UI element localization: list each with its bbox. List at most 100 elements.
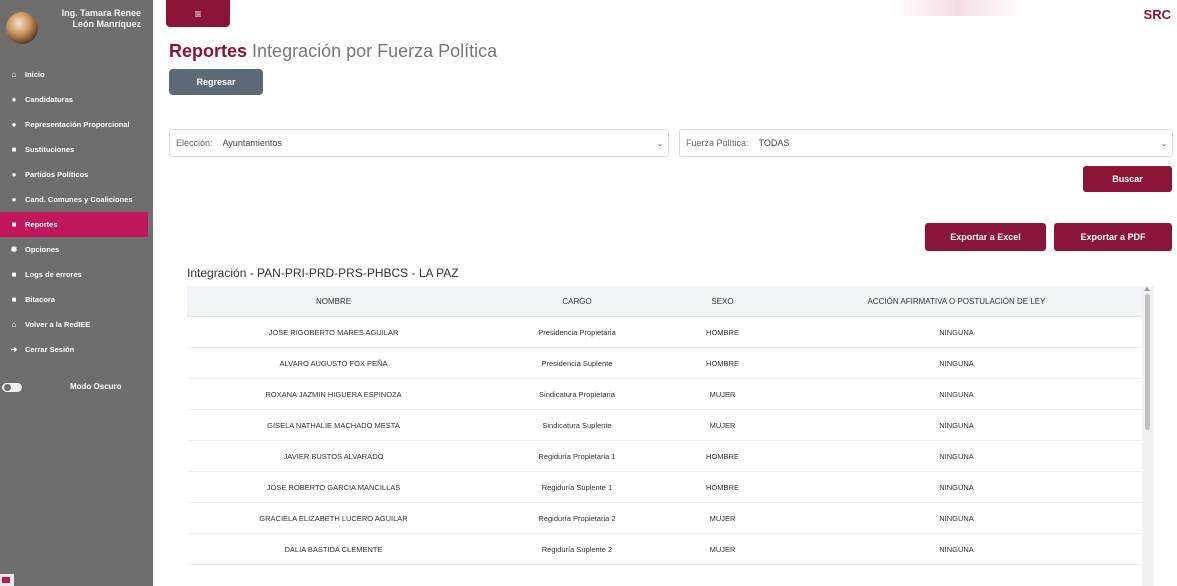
table-row: JOSE ROBERTO GARCIA MANCILLAS Regiduría S… bbox=[187, 472, 1142, 503]
sidebar-item-label: Volver a la RedIEE bbox=[25, 320, 91, 329]
chevron-down-icon: ⌄ bbox=[1160, 138, 1168, 148]
results-table: NOMBRE CARGO SEXO ACCIÓN AFIRMATIVA O PO… bbox=[187, 286, 1142, 586]
user-icon: ● bbox=[11, 95, 17, 104]
fuerza-politica-select[interactable]: Fuerza Política: TODAS ⌄ bbox=[679, 129, 1173, 157]
fuerza-politica-value[interactable]: TODAS bbox=[755, 130, 1156, 156]
sidebar-item-cand-comunes-y-coaliciones[interactable]: ● Cand. Comunes y Coaliciones bbox=[0, 187, 153, 212]
cell-sexo: MUJER bbox=[709, 389, 736, 399]
sidebar-item-partidos-pol-ticos[interactable]: ● Partidos Políticos bbox=[0, 162, 153, 187]
sidebar: Ing. Tamara Renee León Manríquez ⌂ Inicio… bbox=[0, 0, 153, 586]
sidebar-item-inicio[interactable]: ⌂ Inicio bbox=[0, 62, 153, 87]
cell-nombre: DALIA BASTIDA CLEMENTE bbox=[284, 544, 383, 554]
cell-accion: NINGUNA bbox=[939, 327, 974, 337]
sidebar-item-sustituciones[interactable]: ■ Sustituciones bbox=[0, 137, 153, 162]
table-row: GISELA NATHALIE MACHADO MESTA Sindicatura… bbox=[187, 410, 1142, 441]
cell-nombre: ALVARO AUGUSTO FOX PEÑA bbox=[279, 358, 388, 368]
cell-accion: NINGUNA bbox=[939, 420, 974, 430]
user-icon: ● bbox=[11, 120, 17, 129]
sidebar-item-logs-de-errores[interactable]: ■ Logs de errores bbox=[0, 262, 153, 287]
col-header-accion: ACCIÓN AFIRMATIVA O POSTULACIÓN DE LEY bbox=[867, 296, 1046, 306]
cell-cargo: Regiduría Suplente 1 bbox=[541, 482, 613, 492]
users-icon: ● bbox=[11, 170, 17, 179]
page-title: Reportes Integración por Fuerza Política bbox=[169, 41, 497, 62]
chevron-down-icon: ⌄ bbox=[656, 138, 664, 148]
sidebar-item-representaci-n-proporcional[interactable]: ● Representación Proporcional bbox=[0, 112, 153, 137]
table-row: GRACIELA ELIZABETH LUCERO AGUILAR Regidur… bbox=[187, 503, 1142, 534]
cell-nombre: GISELA NATHALIE MACHADO MESTA bbox=[267, 420, 400, 430]
cell-cargo: Sindicatura Suplente bbox=[542, 420, 612, 430]
table-header: NOMBRE CARGO SEXO ACCIÓN AFIRMATIVA O PO… bbox=[187, 286, 1142, 317]
sidebar-item-label: Representación Proporcional bbox=[25, 120, 130, 129]
cell-sexo: MUJER bbox=[709, 420, 736, 430]
sidebar-item-candidaturas[interactable]: ● Candidaturas bbox=[0, 87, 153, 112]
export-excel-button[interactable]: Exportar a Excel bbox=[925, 223, 1046, 251]
cell-nombre: ROXANA JAZMIN HIGUERA ESPINOZA bbox=[265, 389, 402, 399]
user-name-line2: León Manríquez bbox=[72, 19, 141, 29]
cell-accion: NINGUNA bbox=[939, 482, 974, 492]
home-icon: ⌂ bbox=[11, 70, 17, 79]
cell-cargo: Regiduría Suplente 2 bbox=[541, 544, 613, 554]
users-icon: ● bbox=[11, 195, 17, 204]
page-title-rest: Integración por Fuerza Política bbox=[252, 41, 498, 61]
table-row: DALIA BASTIDA CLEMENTE Regiduría Suplente… bbox=[187, 534, 1142, 565]
sidebar-item-volver-a-la-rediee[interactable]: ⌂ Volver a la RedIEE bbox=[0, 312, 153, 337]
sidebar-item-opciones[interactable]: ✹ Opciones bbox=[0, 237, 153, 262]
cell-accion: NINGUNA bbox=[939, 358, 974, 368]
table-row: JOSE RIGOBERTO MARES AGUILAR Presidencia … bbox=[187, 317, 1142, 348]
cell-cargo: Sindicatura Propietaria bbox=[539, 389, 615, 399]
user-panel: Ing. Tamara Renee León Manríquez bbox=[0, 0, 153, 50]
col-header-sexo: SEXO bbox=[711, 296, 734, 306]
eleccion-label: Elección: bbox=[176, 138, 213, 148]
sidebar-item-label: Opciones bbox=[25, 245, 60, 254]
cell-nombre: JOSE ROBERTO GARCIA MANCILLAS bbox=[266, 482, 401, 492]
cell-accion: NINGUNA bbox=[939, 544, 974, 554]
sidebar-item-label: Inicio bbox=[25, 70, 45, 79]
cell-cargo: Presidencia Propietaria bbox=[538, 327, 616, 337]
scroll-up-icon[interactable] bbox=[1144, 287, 1150, 291]
cell-nombre: JOSE RIGOBERTO MARES AGUILAR bbox=[268, 327, 399, 337]
sidebar-item-label: Reportes bbox=[25, 220, 58, 229]
corner-badge-icon bbox=[0, 574, 14, 586]
file-icon: ■ bbox=[11, 220, 17, 229]
cell-sexo: HOMBRE bbox=[706, 451, 739, 461]
cell-sexo: MUJER bbox=[709, 544, 736, 554]
table-row: JAVIER BUSTOS ALVARADO Regiduría Propieta… bbox=[187, 441, 1142, 472]
sidebar-item-label: Sustituciones bbox=[25, 145, 75, 154]
back-button[interactable]: Regresar bbox=[169, 69, 263, 95]
col-header-nombre: NOMBRE bbox=[315, 296, 352, 306]
avatar[interactable] bbox=[6, 12, 38, 44]
sidebar-item-label: Logs de errores bbox=[25, 270, 82, 279]
hamburger-icon: ≡ bbox=[194, 6, 202, 21]
sidebar-item-cerrar-sesi-n[interactable]: ➜ Cerrar Sesión bbox=[0, 337, 153, 362]
table-scrollbar[interactable] bbox=[1142, 286, 1153, 586]
file-icon: ■ bbox=[11, 295, 17, 304]
table-row: ALVARO AUGUSTO FOX PEÑA Presidencia Suple… bbox=[187, 348, 1142, 379]
cell-sexo: HOMBRE bbox=[706, 482, 739, 492]
file-icon: ■ bbox=[11, 270, 17, 279]
fuerza-politica-label: Fuerza Política: bbox=[686, 138, 749, 148]
dark-mode-label: Modo Oscuro bbox=[70, 382, 122, 391]
sign-out-icon: ➜ bbox=[10, 345, 18, 354]
search-button[interactable]: Buscar bbox=[1083, 166, 1172, 192]
cell-nombre: GRACIELA ELIZABETH LUCERO AGUILAR bbox=[259, 513, 408, 523]
cell-sexo: HOMBRE bbox=[706, 358, 739, 368]
cell-sexo: HOMBRE bbox=[706, 327, 739, 337]
eleccion-select[interactable]: Elección: Ayuntamientos ⌄ bbox=[169, 129, 669, 157]
sidebar-item-reportes[interactable]: ■ Reportes bbox=[0, 212, 148, 237]
scroll-thumb[interactable] bbox=[1145, 294, 1150, 430]
sidebar-item-label: Bitacora bbox=[25, 295, 56, 304]
cell-accion: NINGUNA bbox=[939, 513, 974, 523]
sidebar-nav: ⌂ Inicio ● Candidaturas ● Representación Prop… bbox=[0, 62, 153, 362]
table-body: JOSE RIGOBERTO MARES AGUILAR Presidencia … bbox=[187, 317, 1142, 565]
sidebar-item-bitacora[interactable]: ■ Bitacora bbox=[0, 287, 153, 312]
dark-mode-toggle[interactable] bbox=[2, 383, 22, 392]
cell-cargo: Presidencia Suplente bbox=[541, 358, 613, 368]
export-pdf-button[interactable]: Exportar a PDF bbox=[1054, 223, 1172, 251]
cell-nombre: JAVIER BUSTOS ALVARADO bbox=[283, 451, 384, 461]
user-name: Ing. Tamara Renee León Manríquez bbox=[41, 8, 141, 30]
gears-icon: ✹ bbox=[10, 245, 18, 254]
menu-toggle-button[interactable]: ≡ bbox=[166, 0, 230, 27]
sidebar-item-label: Cand. Comunes y Coaliciones bbox=[25, 195, 133, 204]
eleccion-value[interactable]: Ayuntamientos bbox=[219, 130, 652, 156]
cell-sexo: MUJER bbox=[709, 513, 736, 523]
